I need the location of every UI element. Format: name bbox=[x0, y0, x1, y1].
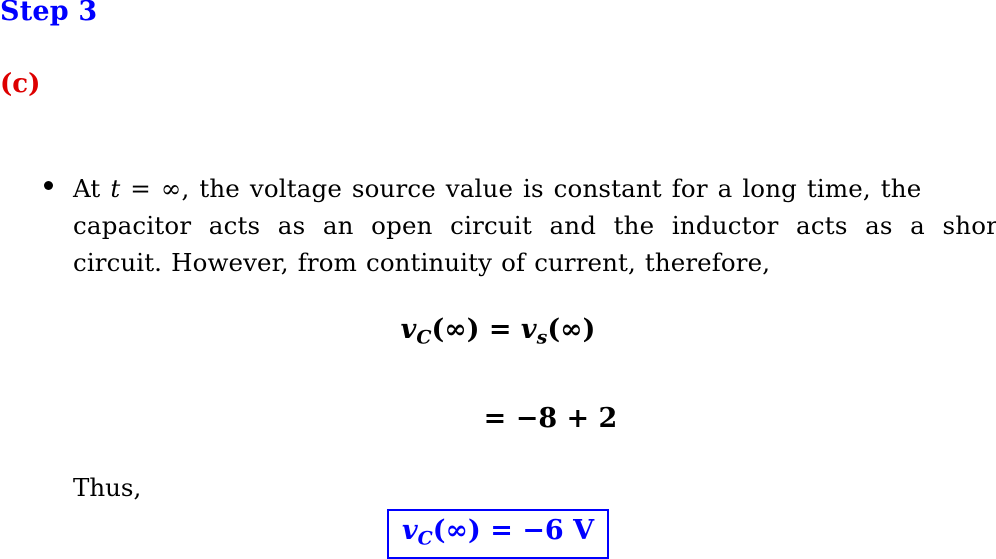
eq1-var-right: v bbox=[520, 314, 537, 345]
answer-var: v bbox=[401, 515, 418, 546]
line1-part-b: = ∞, the voltage source value is constan… bbox=[120, 174, 922, 203]
boxed-answer: vC(∞) = −6 V bbox=[386, 509, 610, 559]
line1-part-a: At bbox=[73, 174, 111, 203]
part-label: (c) bbox=[0, 69, 41, 99]
line1-math-t: t bbox=[110, 174, 121, 203]
answer-arg: (∞) bbox=[432, 515, 481, 546]
eq1-sub-left: C bbox=[416, 326, 432, 349]
thus-label: Thus, bbox=[73, 473, 142, 502]
list-item: At t = ∞, the voltage source value is co… bbox=[73, 170, 996, 281]
eq1-arg-right: (∞) bbox=[547, 314, 596, 345]
paragraph-line-2: capacitor acts as an open circuit and th… bbox=[73, 211, 996, 240]
page-title: Step 3 bbox=[0, 0, 98, 27]
paragraph-line-1: At t = ∞, the voltage source value is co… bbox=[73, 170, 996, 207]
answer-sub: C bbox=[417, 527, 433, 550]
bullet-marker-icon bbox=[44, 181, 53, 190]
answer-unit: V bbox=[573, 515, 595, 546]
bullet-list: At t = ∞, the voltage source value is co… bbox=[44, 170, 996, 281]
answer-region: vC(∞) = −6 V bbox=[0, 509, 996, 559]
eq1-relation: = bbox=[479, 314, 521, 345]
equation-vc-infinity: vC(∞) = vs(∞) bbox=[0, 314, 996, 348]
paragraph-line-3: circuit. However, from continuity of cur… bbox=[73, 248, 771, 277]
eq1-arg-left: (∞) bbox=[431, 314, 480, 345]
answer-relation: = −6 bbox=[480, 515, 564, 546]
eq1-sub-right: s bbox=[536, 326, 548, 349]
eq1-var-left: v bbox=[400, 314, 417, 345]
equation-numeric-sum: = −8 + 2 bbox=[483, 403, 618, 434]
